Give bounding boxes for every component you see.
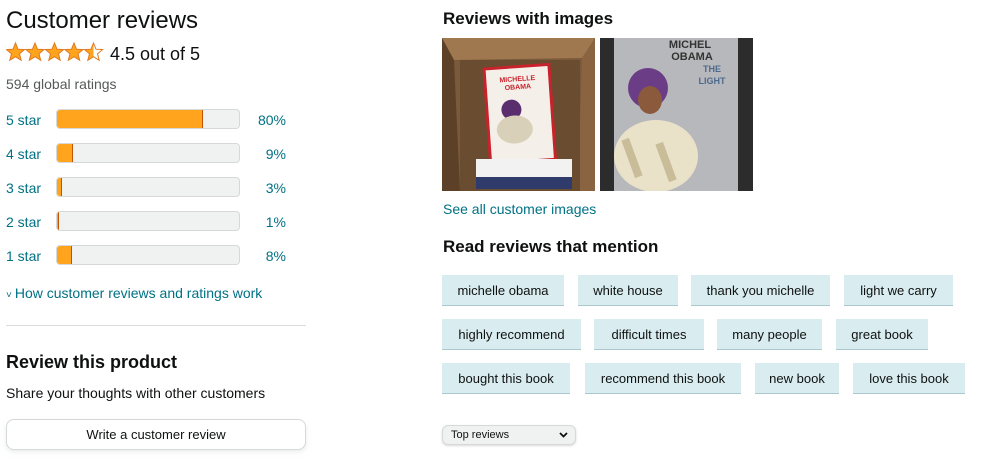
- histogram-fill: [57, 212, 59, 230]
- customer-image-2[interactable]: MICHEL OBAMA THE LIGHT: [600, 38, 753, 191]
- histogram-row-2-star[interactable]: 2 star 1%: [6, 211, 296, 233]
- histogram-fill: [57, 178, 63, 196]
- mention-tag[interactable]: many people: [717, 319, 822, 350]
- star-icons: [6, 42, 104, 61]
- reviews-with-images-heading: Reviews with images: [443, 9, 614, 28]
- histogram-bar[interactable]: [56, 109, 240, 129]
- histogram-label[interactable]: 5 star: [6, 112, 41, 128]
- histogram-row-4-star[interactable]: 4 star 9%: [6, 143, 296, 165]
- cover-text-michel: MICHEL: [669, 39, 711, 51]
- average-rating: 4.5 out of 5: [110, 44, 201, 64]
- histogram-row-5-star[interactable]: 5 star 80%: [6, 109, 296, 131]
- review-product-heading: Review this product: [6, 352, 178, 372]
- histogram-bar[interactable]: [56, 177, 240, 197]
- mention-tag[interactable]: great book: [836, 319, 928, 350]
- write-review-button[interactable]: Write a customer review: [6, 419, 306, 450]
- histogram-label[interactable]: 4 star: [6, 146, 41, 162]
- histogram-percent[interactable]: 1%: [266, 214, 286, 230]
- sort-selected-value: Top reviews: [451, 429, 510, 441]
- histogram-label[interactable]: 2 star: [6, 214, 41, 230]
- mention-tag[interactable]: light we carry: [844, 275, 953, 306]
- mention-tag[interactable]: new book: [755, 363, 839, 394]
- book-in-box-photo: MICHELLE OBAMA: [442, 38, 595, 191]
- histogram-percent[interactable]: 80%: [258, 112, 286, 128]
- histogram-bar[interactable]: [56, 143, 240, 163]
- mention-tag[interactable]: michelle obama: [442, 275, 564, 306]
- star-rating[interactable]: [6, 41, 104, 63]
- mention-tag[interactable]: thank you michelle: [691, 275, 830, 306]
- chevron-down-icon: [559, 432, 568, 438]
- histogram-label[interactable]: 1 star: [6, 248, 41, 264]
- mention-tag[interactable]: bought this book: [442, 363, 570, 394]
- divider: [6, 325, 306, 326]
- histogram-row-1-star[interactable]: 1 star 8%: [6, 245, 296, 267]
- see-all-images-link[interactable]: See all customer images: [443, 201, 596, 217]
- histogram-label[interactable]: 3 star: [6, 180, 41, 196]
- mention-tag[interactable]: white house: [578, 275, 678, 306]
- mention-tag[interactable]: difficult times: [594, 319, 704, 350]
- chevron-down-icon: ˅: [6, 290, 12, 301]
- histogram-percent[interactable]: 3%: [266, 180, 286, 196]
- mentions-heading: Read reviews that mention: [443, 237, 659, 256]
- how-reviews-work-label: How customer reviews and ratings work: [14, 285, 263, 301]
- histogram-bar[interactable]: [56, 245, 240, 265]
- mention-tag[interactable]: recommend this book: [585, 363, 741, 394]
- histogram-fill: [57, 144, 74, 162]
- reviews-title: Customer reviews: [6, 7, 199, 34]
- how-reviews-work-link[interactable]: ˅ How customer reviews and ratings work: [6, 285, 262, 301]
- book-cover-photo: MICHEL OBAMA THE LIGHT: [600, 38, 753, 191]
- review-product-subtext: Share your thoughts with other customers: [6, 385, 266, 401]
- cover-text-light: LIGHT: [699, 76, 726, 86]
- cover-text-the: THE: [703, 64, 721, 74]
- histogram-fill: [57, 246, 72, 264]
- customer-image-1[interactable]: MICHELLE OBAMA: [442, 38, 595, 191]
- histogram-row-3-star[interactable]: 3 star 3%: [6, 177, 296, 199]
- histogram-fill: [57, 110, 203, 128]
- sort-select[interactable]: Top reviews: [442, 425, 576, 445]
- histogram-bar[interactable]: [56, 211, 240, 231]
- mention-tag[interactable]: highly recommend: [442, 319, 581, 350]
- histogram-percent[interactable]: 8%: [266, 248, 286, 264]
- cover-text-obama-2: OBAMA: [671, 51, 713, 63]
- global-ratings-count: 594 global ratings: [6, 76, 117, 92]
- histogram-percent[interactable]: 9%: [266, 146, 286, 162]
- mention-tag[interactable]: love this book: [853, 363, 965, 394]
